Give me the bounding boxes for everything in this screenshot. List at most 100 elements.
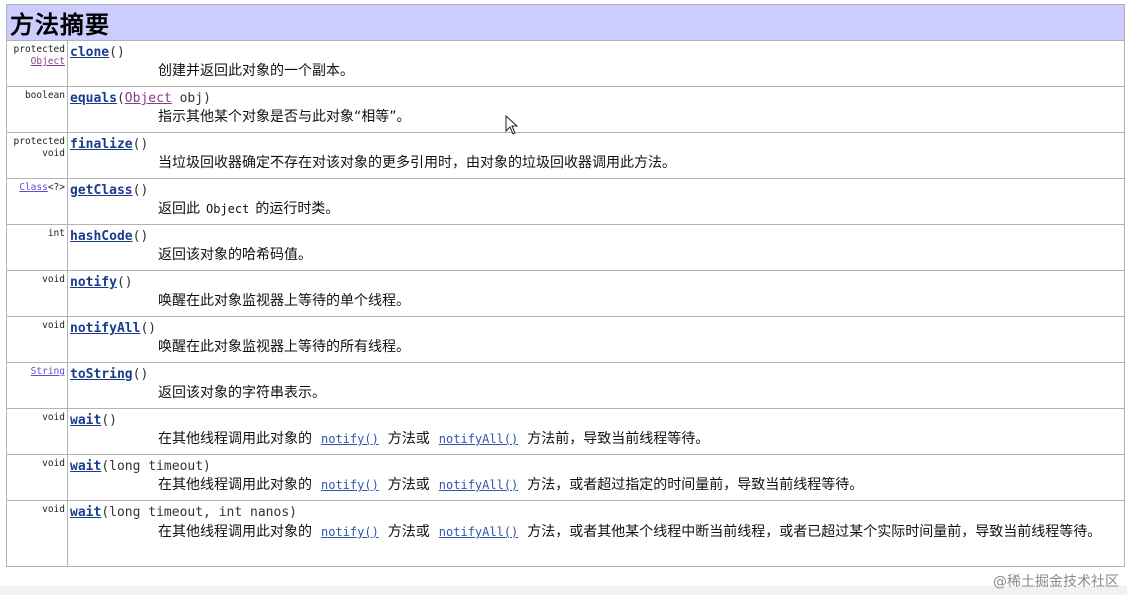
desc-part: 方法，或者其他某个线程中断当前线程，或者已超过某个实际时间量前，导致当前线程等待… <box>527 524 1102 540</box>
notify-link[interactable]: notify() <box>321 432 379 446</box>
method-row-wait-timeout: void wait(long timeout) 在其他线程调用此对象的 notif… <box>6 454 1125 501</box>
method-link-wait[interactable]: wait <box>70 413 101 428</box>
method-params: () <box>132 367 149 382</box>
param-type-link[interactable]: Object <box>125 91 172 106</box>
signature-cell: wait(long timeout) 在其他线程调用此对象的 notify() 方法… <box>67 454 1125 501</box>
method-link-clone[interactable]: clone <box>70 45 109 60</box>
modifier-text: void <box>42 504 65 515</box>
method-description: 唤醒在此对象监视器上等待的单个线程。 <box>158 293 410 309</box>
desc-part: 方法，或者超过指定的时间量前，导致当前线程等待。 <box>527 477 864 493</box>
method-params: (long timeout) <box>101 459 211 474</box>
method-row-finalize: protected void finalize() 当垃圾回收器确定不存在对该对… <box>6 132 1125 179</box>
method-summary-header: 方法摘要 <box>6 4 1125 41</box>
method-row-equals: boolean equals(Object obj) 指示其他某个对象是否与此对… <box>6 86 1125 133</box>
modifier-text: protected <box>13 44 65 55</box>
method-description: 返回该对象的字符串表示。 <box>158 385 326 401</box>
method-params-rest: obj) <box>171 91 211 106</box>
method-params: () <box>101 413 117 428</box>
method-description: 在其他线程调用此对象的 notify() 方法或 notifyAll() 方法前，导致当… <box>70 429 1124 449</box>
modifier-text: boolean <box>24 90 65 101</box>
type-suffix: <?> <box>47 182 65 193</box>
method-link-wait-timeout-nanos[interactable]: wait <box>70 505 101 520</box>
mouse-cursor-icon <box>505 115 519 135</box>
method-params: () <box>132 183 149 198</box>
desc-part: 方法前，导致当前线程等待。 <box>527 431 710 447</box>
method-link-equals[interactable]: equals <box>70 91 117 106</box>
modifier-text: void <box>42 320 65 331</box>
method-link-wait-timeout[interactable]: wait <box>70 459 101 474</box>
modifier-text: void <box>42 412 65 423</box>
desc-part: 在其他线程调用此对象的 <box>158 524 312 540</box>
modifier-cell: protected void <box>6 132 68 179</box>
method-link-notifyall[interactable]: notifyAll <box>70 321 140 336</box>
method-row-wait: void wait() 在其他线程调用此对象的 notify() 方法或 notify… <box>6 408 1125 455</box>
notifyall-link[interactable]: notifyAll() <box>439 478 518 492</box>
method-link-getclass[interactable]: getClass <box>70 183 133 198</box>
inline-code: Object <box>206 202 250 216</box>
signature-cell: clone() 创建并返回此对象的一个副本。 <box>67 40 1125 87</box>
modifier-cell: void <box>6 500 68 567</box>
desc-part: 返回此 <box>158 201 200 217</box>
method-row-clone: protected Object clone() 创建并返回此对象的一个副本。 <box>6 40 1125 87</box>
method-row-hashcode: int hashCode() 返回该对象的哈希码值。 <box>6 224 1125 271</box>
method-description: 当垃圾回收器确定不存在对该对象的更多引用时，由对象的垃圾回收器调用此方法。 <box>158 155 676 171</box>
modifier-cell: Class<?> <box>6 178 68 225</box>
method-row-getclass: Class<?> getClass() 返回此 Object 的运行时类。 <box>6 178 1125 225</box>
modifier-text: void <box>42 274 65 285</box>
signature-cell: equals(Object obj) 指示其他某个对象是否与此对象“相等”。 <box>67 86 1125 133</box>
method-params: () <box>132 137 149 152</box>
desc-part: 方法或 <box>387 431 430 447</box>
method-description: 指示其他某个对象是否与此对象“相等”。 <box>158 109 411 125</box>
signature-cell: getClass() 返回此 Object 的运行时类。 <box>67 178 1125 225</box>
signature-cell: notify() 唤醒在此对象监视器上等待的单个线程。 <box>67 270 1125 317</box>
signature-cell: wait(long timeout, int nanos) 在其他线程调用此对象… <box>67 500 1125 567</box>
notify-link[interactable]: notify() <box>321 525 379 539</box>
modifier-cell: protected Object <box>6 40 68 87</box>
modifier-cell: void <box>6 316 68 363</box>
method-params: () <box>132 229 149 244</box>
method-link-tostring[interactable]: toString <box>70 367 133 382</box>
method-description: 创建并返回此对象的一个副本。 <box>158 63 354 79</box>
signature-cell: wait() 在其他线程调用此对象的 notify() 方法或 notifyAll()… <box>67 408 1125 455</box>
modifier-text: int <box>47 228 65 239</box>
modifier-text-2: void <box>42 148 65 159</box>
modifier-cell: boolean <box>6 86 68 133</box>
method-link-hashcode[interactable]: hashCode <box>70 229 133 244</box>
method-description: 唤醒在此对象监视器上等待的所有线程。 <box>158 339 410 355</box>
modifier-cell: int <box>6 224 68 271</box>
method-row-notifyall: void notifyAll() 唤醒在此对象监视器上等待的所有线程。 <box>6 316 1125 363</box>
return-type-link[interactable]: Class <box>19 182 48 193</box>
method-link-notify[interactable]: notify <box>70 275 117 290</box>
desc-part: 在其他线程调用此对象的 <box>158 431 312 447</box>
method-description: 在其他线程调用此对象的 notify() 方法或 notifyAll() 方法，或者其他… <box>70 521 1124 543</box>
method-params: () <box>116 275 133 290</box>
watermark: @稀土掘金技术社区 <box>993 574 1119 590</box>
signature-cell: finalize() 当垃圾回收器确定不存在对该对象的更多引用时，由对象的垃圾回… <box>67 132 1125 179</box>
return-type-link[interactable]: Object <box>31 56 65 67</box>
method-description: 在其他线程调用此对象的 notify() 方法或 notifyAll() 方法，或者超过… <box>70 475 1124 495</box>
method-params-open: ( <box>116 91 125 106</box>
method-description: 返回该对象的哈希码值。 <box>158 247 312 263</box>
method-row-wait-timeout-nanos: void wait(long timeout, int nanos) 在其他线程… <box>6 500 1125 567</box>
method-link-finalize[interactable]: finalize <box>70 137 133 152</box>
method-summary-table: 方法摘要 protected Object clone() 创建并返回此对象的一… <box>6 4 1125 567</box>
bottom-bar <box>0 586 1127 595</box>
method-params: () <box>109 45 125 60</box>
desc-part: 的运行时类。 <box>255 201 340 217</box>
notify-link[interactable]: notify() <box>321 478 379 492</box>
notifyall-link[interactable]: notifyAll() <box>439 432 518 446</box>
return-type-link[interactable]: String <box>31 366 65 377</box>
modifier-text: protected <box>13 136 65 147</box>
modifier-text: void <box>42 458 65 469</box>
notifyall-link[interactable]: notifyAll() <box>439 525 518 539</box>
method-row-notify: void notify() 唤醒在此对象监视器上等待的单个线程。 <box>6 270 1125 317</box>
desc-part: 方法或 <box>387 524 430 540</box>
desc-part: 在其他线程调用此对象的 <box>158 477 312 493</box>
modifier-cell: String <box>6 362 68 409</box>
modifier-cell: void <box>6 408 68 455</box>
signature-cell: hashCode() 返回该对象的哈希码值。 <box>67 224 1125 271</box>
signature-cell: notifyAll() 唤醒在此对象监视器上等待的所有线程。 <box>67 316 1125 363</box>
desc-part: 方法或 <box>387 477 430 493</box>
method-params: (long timeout, int nanos) <box>101 505 297 520</box>
modifier-cell: void <box>6 270 68 317</box>
